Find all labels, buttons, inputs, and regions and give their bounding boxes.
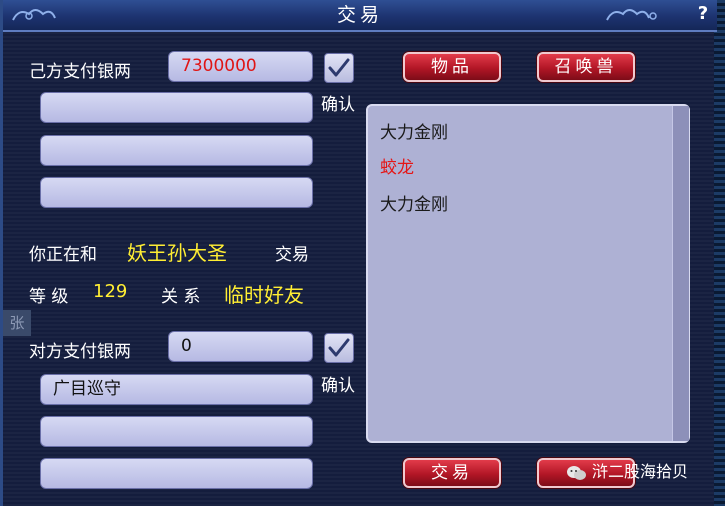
help-button[interactable]: ?	[693, 3, 713, 25]
self-pay-label: 己方支付银两	[29, 62, 131, 82]
tab-summon-button[interactable]: 召唤兽	[537, 52, 635, 82]
tab-items-button[interactable]: 物品	[403, 52, 501, 82]
self-item-slot-3[interactable]	[40, 177, 313, 208]
self-pay-input[interactable]: 7300000	[168, 51, 313, 82]
self-pay-value: 7300000	[181, 56, 257, 76]
partner-confirm-label: 确认	[321, 376, 355, 396]
relation-label: 关 系	[161, 287, 201, 307]
trade-window: 交易 ? 己方支付银两 7300000 确认 你正在和 妖王孙大圣 交易 等 级…	[0, 0, 717, 506]
inventory-list[interactable]: 大力金刚 蛟龙 大力金刚	[366, 104, 690, 443]
cloud-ornament-icon	[606, 9, 657, 21]
list-item-2[interactable]: 大力金刚	[380, 190, 448, 215]
trading-with-suffix: 交易	[275, 245, 309, 265]
partner-relation: 临时好友	[224, 283, 304, 307]
watermark-text: 浒二股海拾贝	[592, 462, 689, 481]
trade-button[interactable]: 交易	[403, 458, 501, 488]
partner-level: 129	[93, 281, 128, 302]
wechat-icon	[567, 465, 586, 480]
trading-with-prefix: 你正在和	[29, 245, 97, 265]
partner-item-slot-1[interactable]: 广目巡守	[40, 374, 313, 405]
self-item-slot-2[interactable]	[40, 135, 313, 166]
title-bar[interactable]: 交易 ?	[3, 0, 717, 32]
stray-label: 张	[3, 310, 31, 336]
level-label: 等 级	[29, 287, 69, 307]
list-item-1[interactable]: 蛟龙	[380, 153, 414, 178]
self-confirm-checkbox[interactable]	[324, 53, 354, 83]
list-scrollbar[interactable]	[672, 106, 689, 441]
partner-name: 妖王孙大圣	[127, 241, 227, 265]
self-confirm-label: 确认	[321, 95, 355, 115]
partner-confirm-checkbox[interactable]	[324, 333, 354, 363]
list-item-0[interactable]: 大力金刚	[380, 118, 448, 143]
self-item-slot-1[interactable]	[40, 92, 313, 123]
partner-item-slot-2[interactable]	[40, 416, 313, 447]
background-edge	[714, 0, 725, 506]
checkmark-icon	[328, 58, 350, 77]
partner-pay-input[interactable]: 0	[168, 331, 313, 362]
partner-item-slot-3[interactable]	[40, 458, 313, 489]
partner-pay-label: 对方支付银两	[29, 342, 131, 362]
checkmark-icon	[328, 338, 350, 357]
watermark: 浒二股海拾贝	[566, 458, 716, 486]
